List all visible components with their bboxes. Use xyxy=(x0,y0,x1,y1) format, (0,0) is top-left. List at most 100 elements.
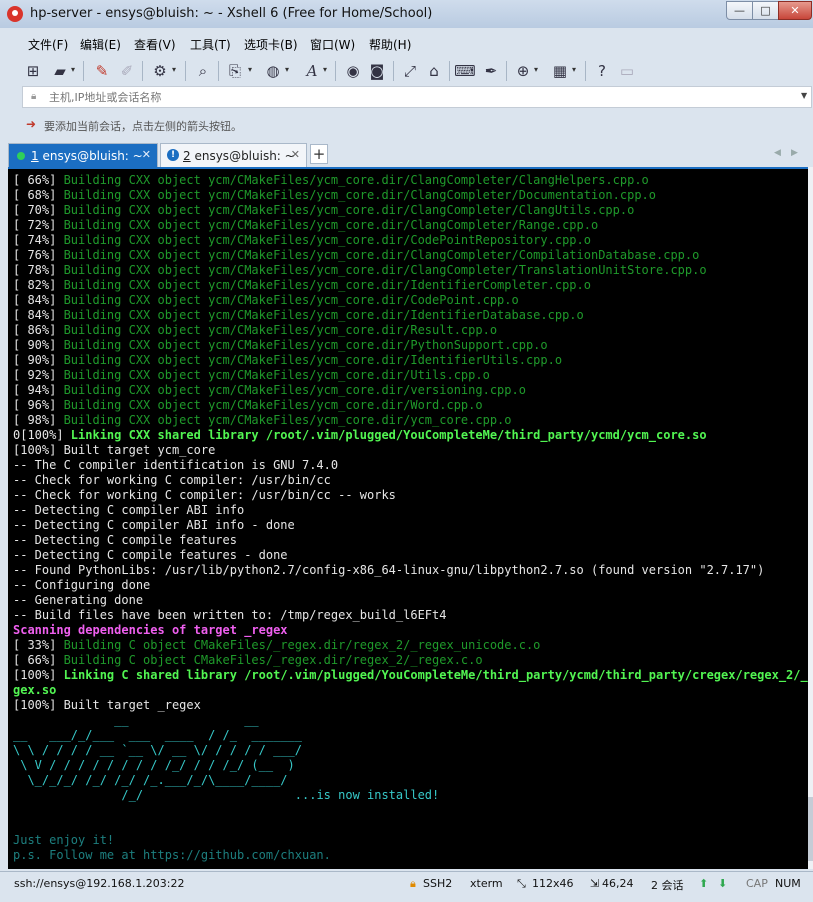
menu-tools[interactable]: 工具(T) xyxy=(190,36,231,53)
transfer-dropdown-icon[interactable]: ▾ xyxy=(248,65,252,74)
terminal-line: -- Detecting C compile features xyxy=(13,533,808,548)
terminal-line: -- Build files have been written to: /tm… xyxy=(13,608,808,623)
download-arrow-icon: ⬇ xyxy=(718,877,728,890)
tab-session-1[interactable]: 1 ensys@bluish: ~ ✕ xyxy=(8,143,158,167)
menu-tabs[interactable]: 选项卡(B) xyxy=(244,36,298,53)
terminal-size: 112x46 xyxy=(532,877,574,890)
tab-session-2[interactable]: ! 2 ensys@bluish: ~ ✕ xyxy=(160,143,307,167)
toolbar-separator xyxy=(83,61,84,81)
terminal-line: __ ___/_/___ ___ ____ / /_ _______ xyxy=(13,728,808,743)
add-tab-dropdown-icon[interactable]: ▾ xyxy=(534,65,538,74)
chat-icon[interactable]: ▭ xyxy=(616,60,638,82)
globe-dropdown-icon[interactable]: ▾ xyxy=(285,65,289,74)
terminal-text: [ 74%] xyxy=(13,233,64,247)
terminal-line: -- Generating done xyxy=(13,593,808,608)
minimize-button[interactable]: — xyxy=(726,1,753,20)
terminal-line: [ 66%] Building CXX object ycm/CMakeFile… xyxy=(13,173,808,188)
terminal-text: /_/ xyxy=(13,788,295,802)
keyboard-icon[interactable]: ⌨ xyxy=(454,60,476,82)
terminal-text: Building CXX object ycm/CMakeFiles/ycm_c… xyxy=(63,398,483,412)
terminal-line: [ 66%] Building C object CMakeFiles/_reg… xyxy=(13,653,808,668)
xmanager-icon[interactable]: ◙ xyxy=(366,60,388,82)
caps-lock-indicator: CAP xyxy=(746,877,768,890)
xshell-logo-icon xyxy=(7,6,23,22)
help-icon[interactable]: ? xyxy=(591,60,613,82)
menu-window[interactable]: 窗口(W) xyxy=(310,36,355,53)
terminal-text: Building CXX object ycm/CMakeFiles/ycm_c… xyxy=(63,323,498,337)
terminal-line: Just enjoy it! xyxy=(13,833,808,848)
close-icon[interactable]: ✕ xyxy=(142,148,151,161)
terminal-line: /_/ ...is now installed! xyxy=(13,788,808,803)
terminal-output[interactable]: [ 66%] Building CXX object ycm/CMakeFile… xyxy=(8,167,808,869)
reconnect-icon[interactable]: ✎ xyxy=(91,60,113,82)
toolbar-separator xyxy=(142,61,143,81)
terminal-line: [ 90%] Building CXX object ycm/CMakeFile… xyxy=(13,353,808,368)
address-bar: 🔒︎ ▼ xyxy=(22,86,812,108)
font-icon[interactable]: A xyxy=(301,60,323,82)
upload-arrow-icon: ⬆ xyxy=(699,877,709,890)
address-input[interactable] xyxy=(49,89,789,105)
terminal-scrollbar[interactable] xyxy=(808,167,813,869)
terminal-line: [ 94%] Building CXX object ycm/CMakeFile… xyxy=(13,383,808,398)
window-title: hp-server - ensys@bluish: ~ - Xshell 6 (… xyxy=(30,6,433,21)
menu-file[interactable]: 文件(F) xyxy=(28,36,68,53)
terminal-line: [ 96%] Building CXX object ycm/CMakeFile… xyxy=(13,398,808,413)
terminal-line: -- Detecting C compiler ABI info - done xyxy=(13,518,808,533)
resize-icon: ⤡ xyxy=(517,877,526,890)
terminal-text: [ 90%] xyxy=(13,353,64,367)
chevron-down-icon[interactable]: ▼ xyxy=(801,91,807,100)
chevron-right-icon[interactable]: ▶ xyxy=(791,148,798,158)
terminal-text: __ ___/_/___ ___ ____ / /_ _______ xyxy=(13,728,302,742)
terminal-line: [ 86%] Building CXX object ycm/CMakeFile… xyxy=(13,323,808,338)
font-dropdown-icon[interactable]: ▾ xyxy=(323,65,327,74)
terminal-line: [ 84%] Building CXX object ycm/CMakeFile… xyxy=(13,308,808,323)
menu-view[interactable]: 查看(V) xyxy=(134,36,176,53)
fullscreen-icon[interactable]: ⤢ xyxy=(399,60,421,82)
hint-bar: ➜ 要添加当前会话，点击左侧的箭头按钮。 xyxy=(22,114,812,136)
new-tab-button[interactable]: + xyxy=(310,144,328,164)
globe-icon[interactable]: ◍ xyxy=(262,60,284,82)
toolbar-separator xyxy=(185,61,186,81)
terminal-text: Building CXX object ycm/CMakeFiles/ycm_c… xyxy=(63,383,526,397)
lock-icon[interactable]: ⌂ xyxy=(423,60,445,82)
terminal-text: p.s. Follow me at https://github.com/chx… xyxy=(13,848,331,862)
tab-bar: 1 ensys@bluish: ~ ✕ ! 2 ensys@bluish: ~ … xyxy=(8,143,813,167)
layout-dropdown-icon[interactable]: ▾ xyxy=(572,65,576,74)
terminal-line: [ 90%] Building CXX object ycm/CMakeFile… xyxy=(13,338,808,353)
terminal-text: [ 66%] xyxy=(13,653,64,667)
bookmark-arrow-icon[interactable]: ➜ xyxy=(26,117,36,131)
new-session-icon[interactable]: ⊞ xyxy=(22,60,44,82)
close-icon[interactable]: ✕ xyxy=(291,148,300,161)
open-dropdown-icon[interactable]: ▾ xyxy=(71,65,75,74)
ssh-lock-icon: 🔒︎ xyxy=(410,877,416,890)
maximize-button[interactable]: □ xyxy=(752,1,779,20)
terminal-line: -- The C compiler identification is GNU … xyxy=(13,458,808,473)
layout-icon[interactable]: ▦ xyxy=(549,60,571,82)
terminal-text: Building CXX object ycm/CMakeFiles/ycm_c… xyxy=(63,218,599,232)
menu-help[interactable]: 帮助(H) xyxy=(369,36,411,53)
terminal-line: [ 70%] Building CXX object ycm/CMakeFile… xyxy=(13,203,808,218)
properties-dropdown-icon[interactable]: ▾ xyxy=(172,65,176,74)
chevron-left-icon[interactable]: ◀ xyxy=(774,148,781,158)
menu-edit[interactable]: 编辑(E) xyxy=(80,36,121,53)
terminal-text: [ 72%] xyxy=(13,218,64,232)
add-tab-icon[interactable]: ⊕ xyxy=(512,60,534,82)
toolbar-separator xyxy=(218,61,219,81)
close-button[interactable]: ✕ xyxy=(778,1,812,20)
terminal-text: \_/_/_/ /_/ /_/ /_.___/_/\____/____/ xyxy=(13,773,288,787)
terminal-type: xterm xyxy=(470,877,503,890)
find-icon[interactable]: ⌕ xyxy=(192,60,214,82)
transfer-icon[interactable]: ⎘ xyxy=(224,60,246,82)
terminal-text: Building CXX object ycm/CMakeFiles/ycm_c… xyxy=(63,338,548,352)
highlight-icon[interactable]: ✒ xyxy=(480,60,502,82)
properties-icon[interactable]: ⚙ xyxy=(149,60,171,82)
terminal-text: [ 68%] xyxy=(13,188,64,202)
terminal-text: [ 76%] xyxy=(13,248,64,262)
terminal-text: [ 66%] xyxy=(13,173,64,187)
terminal-text: [ 82%] xyxy=(13,278,64,292)
disconnect-icon[interactable]: ✐ xyxy=(116,60,138,82)
scrollbar-thumb[interactable] xyxy=(808,797,813,861)
terminal-line: [ 72%] Building CXX object ycm/CMakeFile… xyxy=(13,218,808,233)
open-folder-icon[interactable]: ▰ xyxy=(49,60,71,82)
xftp-icon[interactable]: ◉ xyxy=(342,60,364,82)
